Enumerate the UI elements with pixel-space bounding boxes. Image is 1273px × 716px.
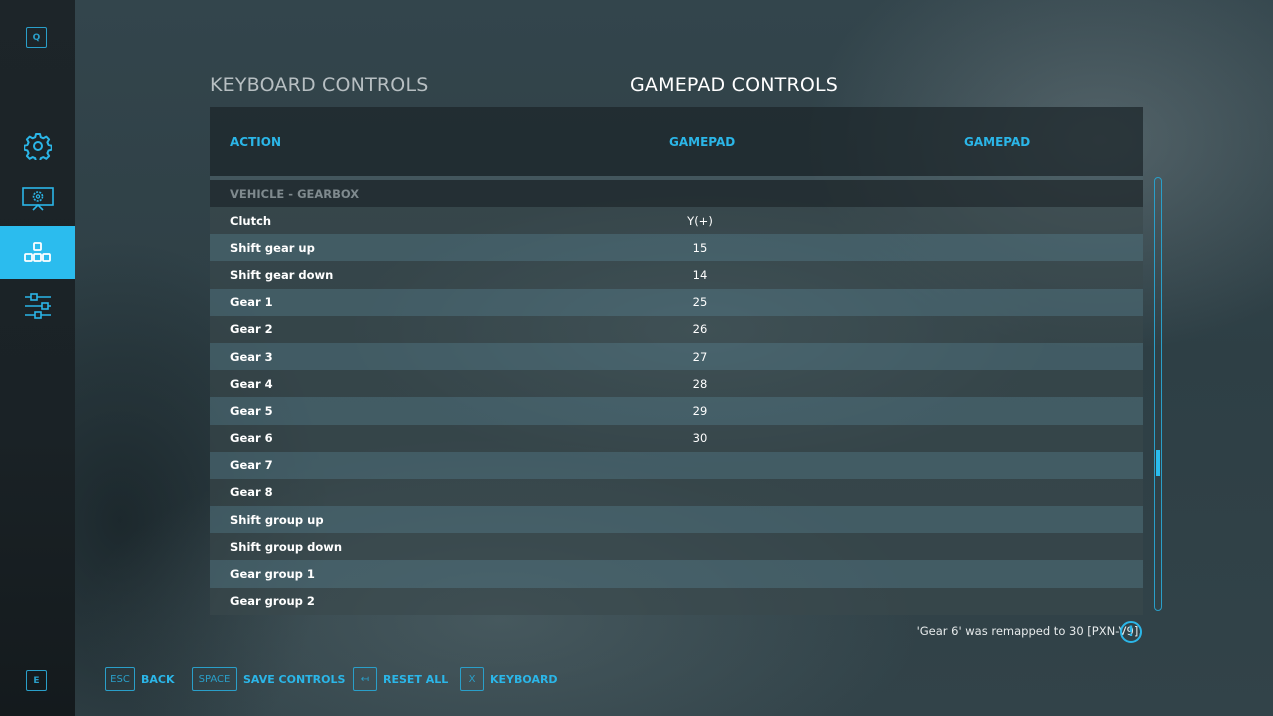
gamepad-binding-primary[interactable]: Y(+) — [650, 214, 750, 228]
next-page-key-hint[interactable]: E — [26, 670, 47, 691]
action-name: Gear 2 — [230, 322, 273, 337]
x-key-hint: X — [460, 667, 484, 691]
column-header-gamepad-primary: GAMEPAD — [669, 135, 736, 149]
save-controls-button[interactable]: SPACE SAVE CONTROLS — [192, 667, 345, 691]
table-row[interactable]: Gear 2 26 — [210, 315, 1143, 343]
action-name: Shift group up — [230, 512, 324, 527]
action-name: Shift gear up — [230, 240, 315, 255]
backspace-key-hint: ↤ — [353, 667, 377, 691]
action-name: Gear group 2 — [230, 594, 315, 609]
gamepad-binding-primary[interactable]: 15 — [650, 241, 750, 255]
sidebar-item-general-settings[interactable] — [0, 119, 75, 172]
action-name: Clutch — [230, 213, 272, 228]
scrollbar-thumb[interactable] — [1156, 450, 1160, 476]
tab-keyboard-controls[interactable]: KEYBOARD CONTROLS — [210, 74, 429, 96]
gamepad-binding-primary[interactable]: 28 — [650, 377, 750, 391]
table-row[interactable]: Gear group 1 — [210, 560, 1143, 588]
prev-page-key-label: Q — [32, 32, 41, 43]
gear-icon — [23, 132, 52, 160]
reset-all-button[interactable]: ↤ RESET ALL — [353, 667, 448, 691]
table-row[interactable]: Shift group down — [210, 533, 1143, 561]
keyboard-label: KEYBOARD — [490, 672, 558, 686]
action-name: Gear 1 — [230, 295, 273, 310]
table-row[interactable]: Gear 1 25 — [210, 288, 1143, 316]
keyboard-button[interactable]: X KEYBOARD — [460, 667, 558, 691]
gamepad-binding-primary[interactable]: 27 — [650, 350, 750, 364]
table-row[interactable]: Gear 8 — [210, 478, 1143, 507]
action-name: Shift gear down — [230, 267, 334, 282]
reset-all-label: RESET ALL — [383, 672, 449, 686]
back-label: BACK — [141, 672, 175, 686]
tab-gamepad-controls[interactable]: GAMEPAD CONTROLS — [630, 74, 838, 96]
table-row[interactable]: Shift group up — [210, 506, 1143, 534]
gamepad-binding-primary[interactable]: 14 — [650, 268, 750, 282]
esc-key-hint: ESC — [105, 667, 135, 691]
table-row[interactable]: Shift gear up 15 — [210, 234, 1143, 262]
table-row[interactable]: Gear group 2 — [210, 587, 1143, 615]
section-header-vehicle-gearbox: VEHICLE - GEARBOX — [210, 180, 1143, 207]
info-exclamation-icon: ! — [1120, 621, 1142, 643]
controls-table-header: ACTION GAMEPAD GAMEPAD — [210, 107, 1143, 176]
gamepad-binding-primary[interactable]: 29 — [650, 404, 750, 418]
prev-page-key-hint[interactable]: Q — [26, 27, 47, 48]
table-scrollbar[interactable] — [1154, 177, 1162, 611]
action-name: Gear group 1 — [230, 567, 315, 582]
column-header-gamepad-secondary: GAMEPAD — [964, 135, 1031, 149]
space-key-hint: SPACE — [192, 667, 237, 691]
sliders-icon — [24, 292, 51, 319]
gamepad-binding-primary[interactable]: 30 — [650, 431, 750, 445]
save-controls-label: SAVE CONTROLS — [243, 672, 346, 686]
table-row[interactable]: Shift gear down 14 — [210, 261, 1143, 289]
action-name: Shift group down — [230, 539, 343, 554]
action-name: Gear 4 — [230, 376, 273, 391]
sidebar: Q E — [0, 0, 75, 716]
action-name: Gear 7 — [230, 458, 273, 473]
sidebar-item-sliders-settings[interactable] — [0, 279, 75, 332]
section-title: VEHICLE - GEARBOX — [230, 186, 360, 201]
action-name: Gear 8 — [230, 485, 273, 500]
controls-icon — [23, 241, 51, 262]
gamepad-binding-primary[interactable]: 25 — [650, 295, 750, 309]
sidebar-item-controls[interactable] — [0, 226, 75, 279]
remap-notice-text: 'Gear 6' was remapped to 30 [PXN-V9]. — [916, 624, 1142, 638]
gamepad-binding-primary[interactable]: 26 — [650, 322, 750, 336]
next-page-key-label: E — [33, 675, 40, 686]
table-row[interactable]: Gear 3 27 — [210, 342, 1143, 371]
table-row[interactable]: Gear 4 28 — [210, 370, 1143, 398]
table-row[interactable]: Gear 6 30 — [210, 424, 1143, 452]
table-row[interactable]: Gear 5 29 — [210, 397, 1143, 425]
back-button[interactable]: ESC BACK — [105, 667, 175, 691]
action-name: Gear 5 — [230, 403, 273, 418]
action-name: Gear 3 — [230, 349, 273, 364]
sidebar-item-display-settings[interactable] — [0, 172, 75, 225]
column-header-action: ACTION — [230, 135, 281, 149]
table-row[interactable]: Gear 7 — [210, 451, 1143, 479]
table-row[interactable]: Clutch Y(+) — [210, 207, 1143, 235]
controls-table-body: VEHICLE - GEARBOX Clutch Y(+) Shift gear u… — [210, 180, 1143, 615]
monitor-gear-icon — [21, 186, 54, 211]
action-name: Gear 6 — [230, 431, 273, 446]
